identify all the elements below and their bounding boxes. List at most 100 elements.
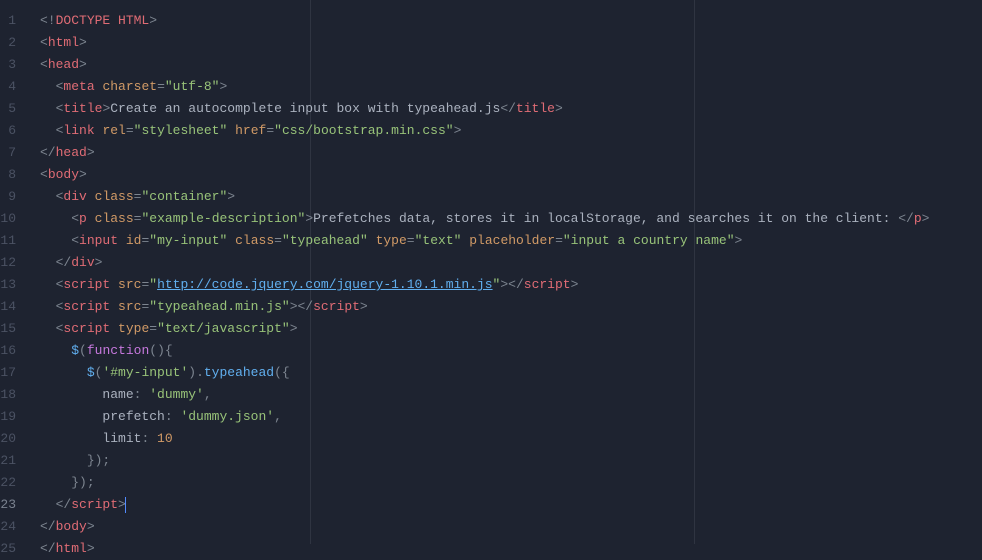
token-str: "container" xyxy=(141,189,227,204)
code-line[interactable]: </html> xyxy=(34,538,982,560)
token-tag: div xyxy=(63,189,86,204)
line-number: 22 xyxy=(0,472,26,494)
token-tag: input xyxy=(79,233,118,248)
code-line[interactable]: </div> xyxy=(34,252,982,274)
token-tag: html xyxy=(56,541,87,556)
token-prop: name xyxy=(102,387,133,402)
code-line[interactable]: $(function(){ xyxy=(34,340,982,362)
token-attr: src xyxy=(118,299,141,314)
token-punct: > xyxy=(87,519,95,534)
token-punct: > xyxy=(79,57,87,72)
token-txt xyxy=(110,277,118,292)
code-line[interactable]: <head> xyxy=(34,54,982,76)
code-line[interactable]: prefetch: 'dummy.json', xyxy=(34,406,982,428)
token-punct: : xyxy=(165,409,181,424)
token-str: 'dummy.json' xyxy=(180,409,274,424)
line-number: 17 xyxy=(0,362,26,384)
code-line[interactable]: <!DOCTYPE HTML> xyxy=(34,10,982,32)
code-line[interactable]: <input id="my-input" class="typeahead" t… xyxy=(34,230,982,252)
token-punct: > xyxy=(79,35,87,50)
token-str: "typeahead.min.js" xyxy=(149,299,289,314)
token-attr: type xyxy=(118,321,149,336)
token-punct: : xyxy=(134,387,150,402)
code-line[interactable]: <body> xyxy=(34,164,982,186)
cursor xyxy=(125,497,126,513)
token-tag: title xyxy=(63,101,102,116)
token-punct: = xyxy=(157,79,165,94)
token-punct: </ xyxy=(40,541,56,556)
token-punct: ({ xyxy=(274,365,290,380)
code-line[interactable]: <script type="text/javascript"> xyxy=(34,318,982,340)
token-str: "css/bootstrap.min.css" xyxy=(274,123,453,138)
code-line[interactable]: }); xyxy=(34,450,982,472)
ruler-guide xyxy=(310,0,311,544)
token-txt xyxy=(227,123,235,138)
token-punct: , xyxy=(204,387,212,402)
token-punct: < xyxy=(40,57,48,72)
token-attr: id xyxy=(126,233,142,248)
code-line[interactable]: <p class="example-description">Prefetche… xyxy=(34,208,982,230)
token-punct: </ xyxy=(500,101,516,116)
token-punct: < xyxy=(40,167,48,182)
token-tag: script xyxy=(63,321,110,336)
token-punct: </ xyxy=(56,497,72,512)
token-link: http://code.jquery.com/jquery-1.10.1.min… xyxy=(157,277,492,292)
code-line[interactable]: <meta charset="utf-8"> xyxy=(34,76,982,98)
line-number: 9 xyxy=(0,186,26,208)
token-punct: > xyxy=(79,167,87,182)
token-func: $ xyxy=(87,365,95,380)
code-line[interactable]: </body> xyxy=(34,516,982,538)
token-txt xyxy=(110,299,118,314)
token-punct: = xyxy=(149,321,157,336)
line-number: 12 xyxy=(0,252,26,274)
token-tag: body xyxy=(48,167,79,182)
code-line[interactable]: name: 'dummy', xyxy=(34,384,982,406)
token-attr: class xyxy=(95,189,134,204)
code-line[interactable]: <div class="container"> xyxy=(34,186,982,208)
line-number: 6 xyxy=(0,120,26,142)
token-punct: = xyxy=(126,123,134,138)
code-line[interactable]: <script src="typeahead.min.js"></script> xyxy=(34,296,982,318)
token-punct: > xyxy=(571,277,579,292)
token-punct: = xyxy=(407,233,415,248)
token-prop: limit xyxy=(102,431,141,446)
token-punct: > xyxy=(219,79,227,94)
code-line[interactable]: $('#my-input').typeahead({ xyxy=(34,362,982,384)
code-line[interactable]: <title>Create an autocomplete input box … xyxy=(34,98,982,120)
code-line[interactable]: <script src="http://code.jquery.com/jque… xyxy=(34,274,982,296)
token-str: "typeahead" xyxy=(282,233,368,248)
token-tag: meta xyxy=(63,79,94,94)
code-line[interactable]: <html> xyxy=(34,32,982,54)
token-txt xyxy=(118,233,126,248)
token-punct: > xyxy=(735,233,743,248)
token-txt: Create an autocomplete input box with ty… xyxy=(110,101,500,116)
token-punct: ( xyxy=(79,343,87,358)
code-line[interactable]: }); xyxy=(34,472,982,494)
code-content[interactable]: <!DOCTYPE HTML><html><head> <meta charse… xyxy=(34,0,982,544)
token-punct: <! xyxy=(40,13,56,28)
token-punct: > xyxy=(360,299,368,314)
code-line[interactable]: <link rel="stylesheet" href="css/bootstr… xyxy=(34,120,982,142)
token-func: $ xyxy=(71,343,79,358)
line-number: 5 xyxy=(0,98,26,120)
line-number: 7 xyxy=(0,142,26,164)
token-txt xyxy=(87,189,95,204)
line-number: 11 xyxy=(0,230,26,252)
line-number: 16 xyxy=(0,340,26,362)
token-punct: </ xyxy=(898,211,914,226)
token-punct: > xyxy=(87,145,95,160)
token-punct: > xyxy=(149,13,157,28)
token-attr: charset xyxy=(102,79,157,94)
token-str: 'dummy' xyxy=(149,387,204,402)
token-str: "my-input" xyxy=(149,233,227,248)
code-line[interactable]: limit: 10 xyxy=(34,428,982,450)
code-editor[interactable]: 1234567891011121314151617181920212223242… xyxy=(0,0,982,544)
token-tag: script xyxy=(63,277,110,292)
token-prop: prefetch xyxy=(102,409,164,424)
token-punct: </ xyxy=(40,519,56,534)
code-line[interactable]: </script> xyxy=(34,494,982,516)
token-punct: > xyxy=(454,123,462,138)
code-line[interactable]: </head> xyxy=(34,142,982,164)
token-txt: Prefetches data, stores it in localStora… xyxy=(313,211,898,226)
token-punct: > xyxy=(87,541,95,556)
